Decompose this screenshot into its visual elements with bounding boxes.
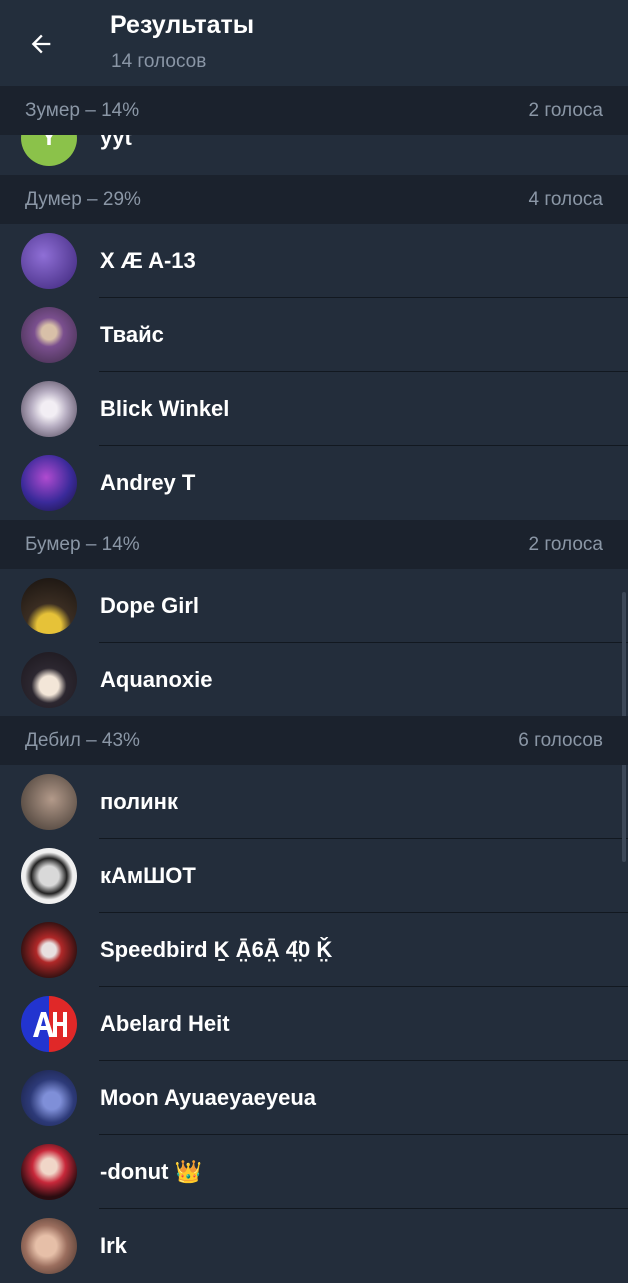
option-label: Бумер – 14%: [25, 533, 140, 555]
voter-name: X Æ A-13: [100, 248, 196, 273]
voter-row[interactable]: Aquanoxie: [0, 643, 628, 717]
voter-row[interactable]: Moon Ayuaeyaeyeua: [0, 1061, 628, 1135]
voter-name: Blick Winkel: [100, 396, 230, 421]
avatar: [21, 774, 77, 830]
poll-option-header: Зумер – 14% 2 голоса: [0, 86, 628, 135]
option-label: Думер – 29%: [25, 188, 141, 210]
avatar: [21, 1144, 77, 1200]
avatar: [21, 848, 77, 904]
voter-name: Abelard Heit: [100, 1011, 230, 1036]
page-title: Результаты: [110, 11, 255, 39]
voter-row[interactable]: Abelard Heit: [0, 987, 628, 1061]
voter-name: кАмШОТ: [100, 863, 196, 888]
voter-row[interactable]: Andrey T: [0, 446, 628, 520]
top-bar: Результаты 14 голосов: [0, 0, 628, 86]
voter-name: Aquanoxie: [100, 667, 213, 692]
voter-row[interactable]: X Æ A-13: [0, 224, 628, 298]
avatar: [21, 922, 77, 978]
option-vote-count: 2 голоса: [528, 99, 603, 121]
avatar: [21, 455, 77, 511]
voter-row[interactable]: Speedbird Ḵ Ā̤6Ā̤ 4̤̈0 Ǩ̤: [0, 913, 628, 987]
back-button[interactable]: [20, 23, 62, 65]
voter-row[interactable]: Irk: [0, 1209, 628, 1283]
avatar: [21, 652, 77, 708]
voter-row[interactable]: Blick Winkel: [0, 372, 628, 446]
voter-name: Irk: [100, 1233, 127, 1258]
avatar: [21, 307, 77, 363]
avatar: [21, 233, 77, 289]
voter-name: полинк: [100, 789, 178, 814]
option-vote-count: 6 голосов: [518, 729, 603, 751]
poll-option-header: Бумер – 14% 2 голоса: [0, 520, 628, 569]
ah-logo-icon: [33, 1012, 67, 1037]
avatar: [21, 381, 77, 437]
avatar: [21, 1070, 77, 1126]
voter-name: Moon Ayuaeyaeyeua: [100, 1085, 317, 1110]
option-vote-count: 4 голоса: [528, 188, 603, 210]
voter-name: Andrey T: [100, 470, 196, 495]
vote-count-subtitle: 14 голосов: [111, 51, 207, 72]
voter-row[interactable]: Твайс: [0, 298, 628, 372]
avatar: [21, 996, 77, 1052]
voter-row[interactable]: Dope Girl: [0, 569, 628, 643]
voter-name: Твайс: [100, 322, 164, 347]
option-label: Зумер – 14%: [25, 99, 140, 121]
voter-row[interactable]: кАмШОТ: [0, 839, 628, 913]
poll-option-header: Думер – 29% 4 голоса: [0, 175, 628, 224]
avatar: [21, 578, 77, 634]
avatar: [21, 1218, 77, 1274]
voter-row[interactable]: -donut 👑: [0, 1135, 628, 1209]
poll-option-header: Дебил – 43% 6 голосов: [0, 716, 628, 765]
option-vote-count: 2 голоса: [528, 533, 603, 555]
voter-name: Dope Girl: [100, 593, 200, 618]
voter-name: -donut 👑: [100, 1159, 202, 1184]
voter-name: Speedbird Ḵ Ā̤6Ā̤ 4̤̈0 Ǩ̤: [100, 937, 333, 962]
voter-row[interactable]: полинк: [0, 765, 628, 839]
arrow-back-icon: [31, 34, 51, 54]
option-label: Дебил – 43%: [25, 729, 140, 751]
